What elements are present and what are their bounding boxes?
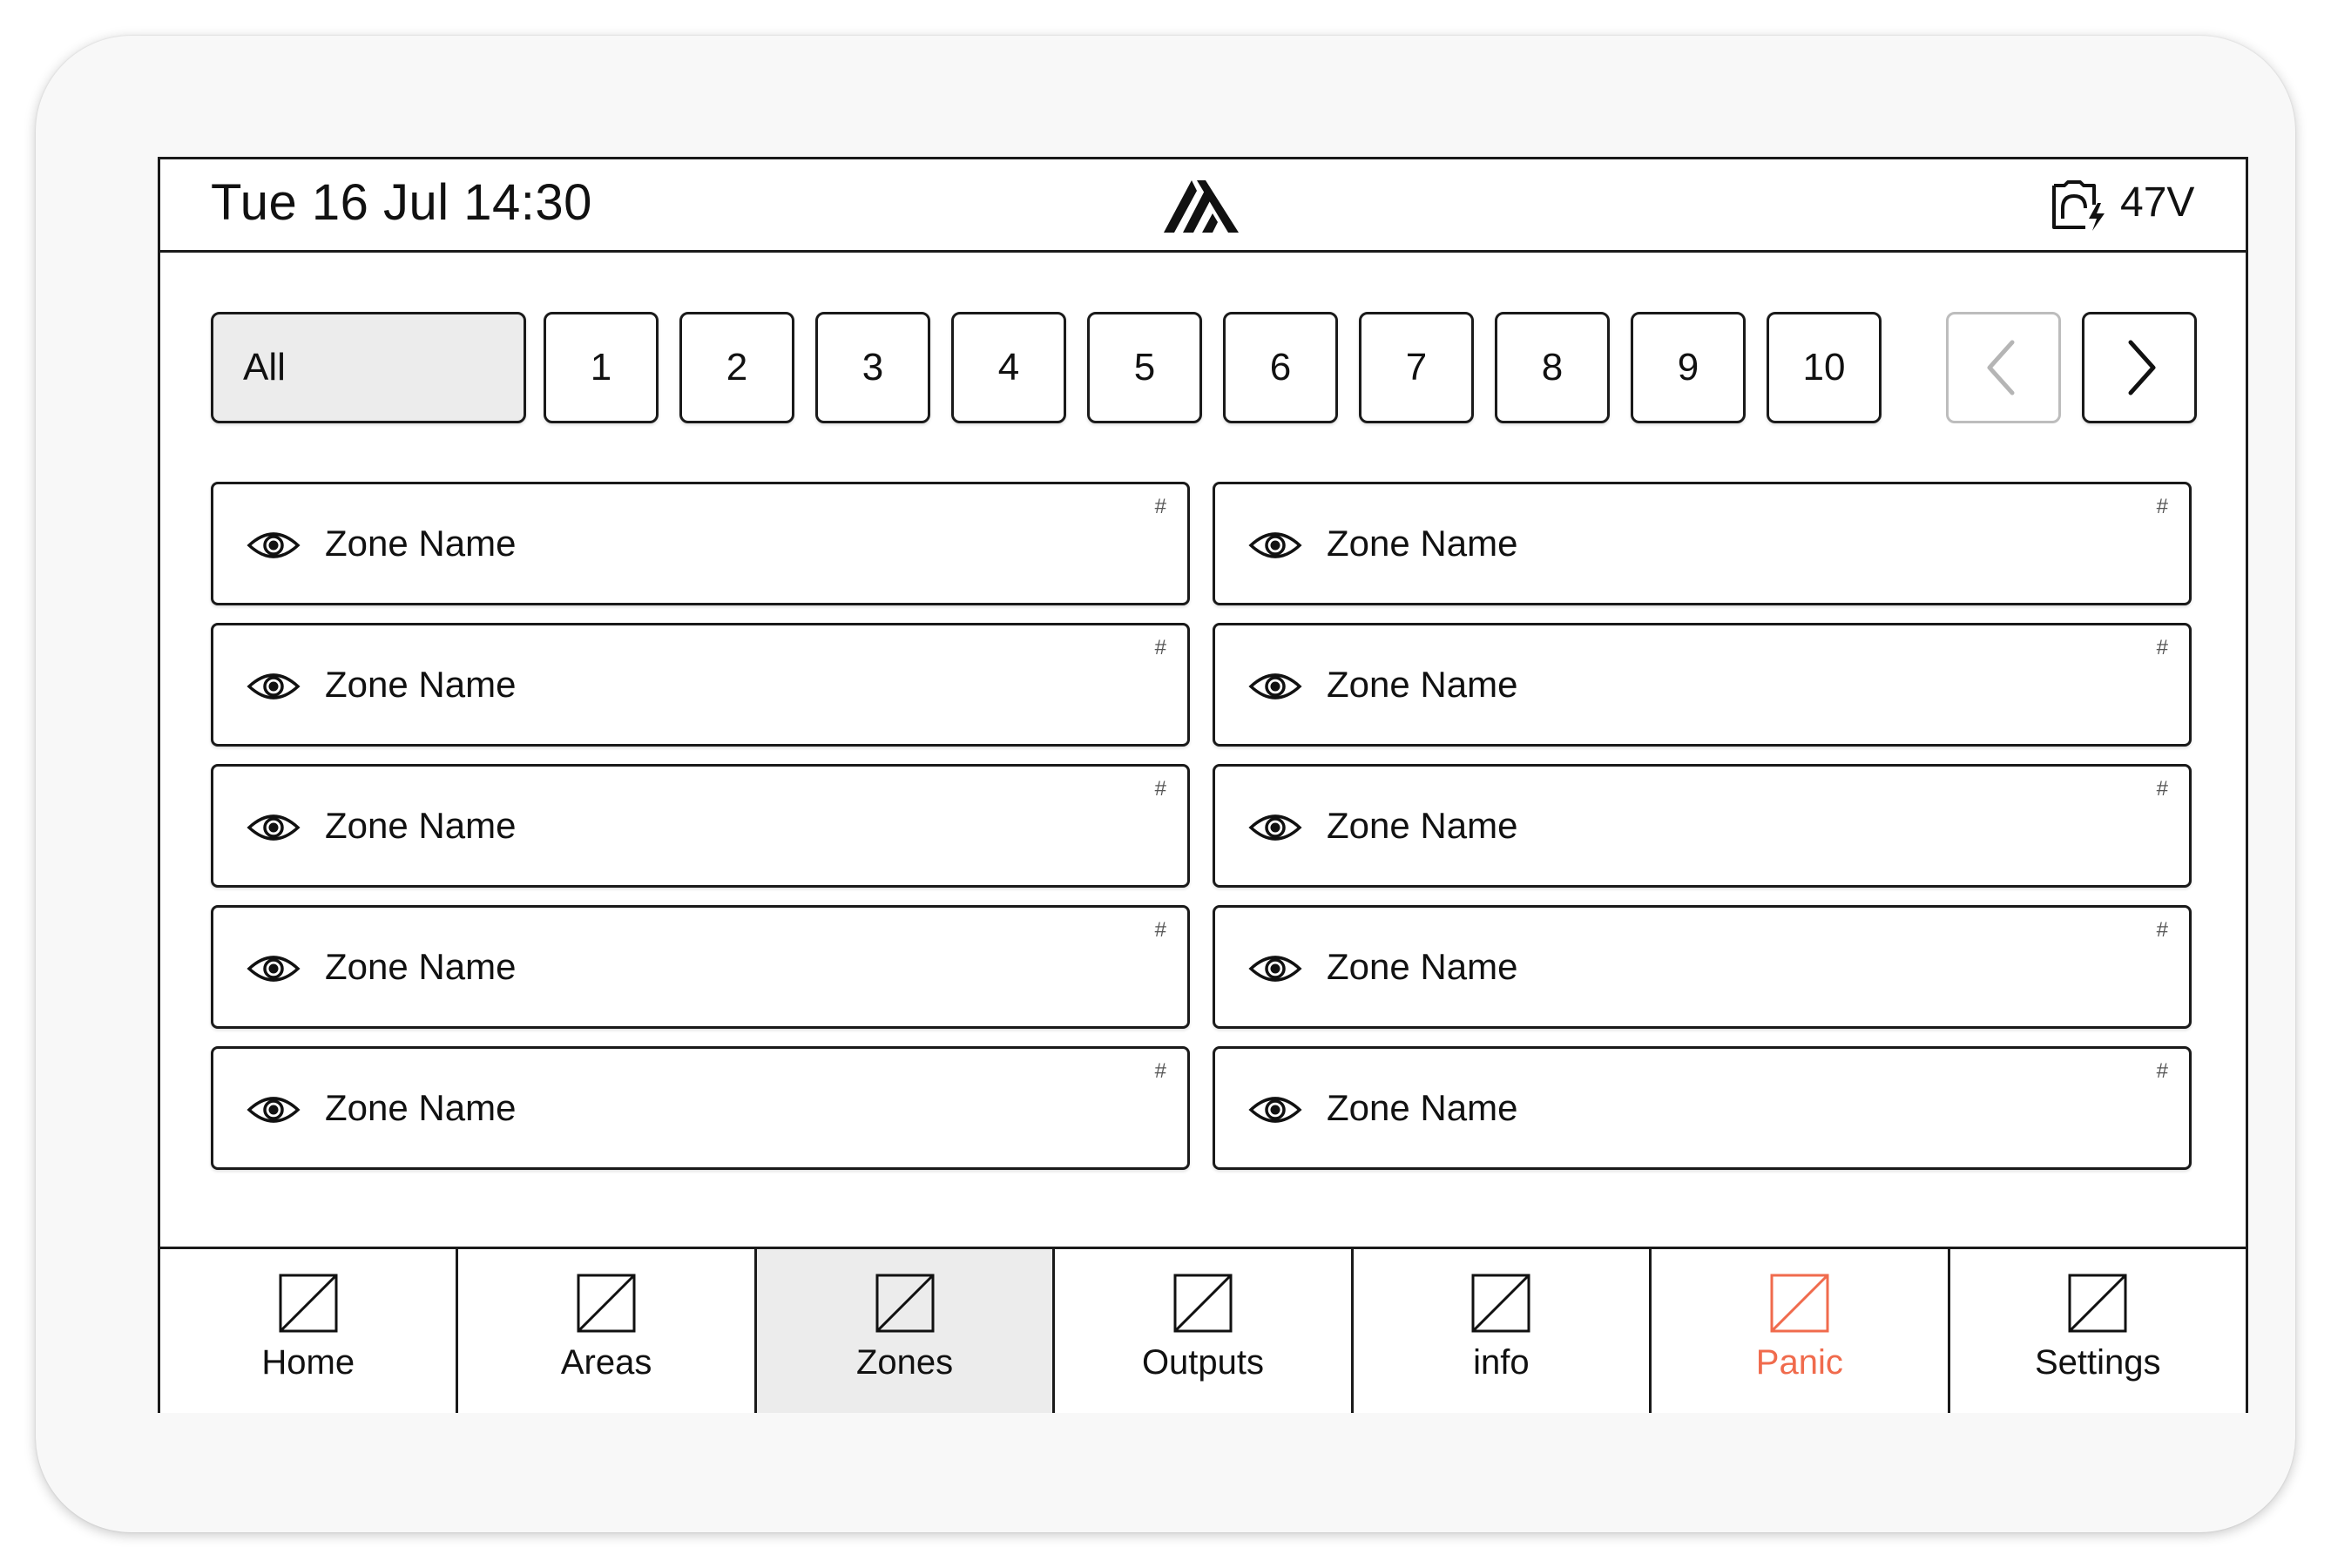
page-button-3[interactable]: 3 [815,312,930,423]
zone-name: Zone Name [1327,946,1518,987]
page-button-8[interactable]: 8 [1495,312,1610,423]
nav-outputs[interactable]: Outputs [1055,1249,1354,1413]
placeholder-icon [279,1274,338,1333]
zone-number: # [2156,918,2168,942]
zone-name: Zone Name [325,664,517,705]
zone-card[interactable]: Zone Name # [211,764,1190,888]
page-button-2[interactable]: 2 [679,312,794,423]
zone-number: # [1154,636,1166,659]
zone-number: # [2156,495,2168,518]
page-button-5[interactable]: 5 [1087,312,1202,423]
nav-panic[interactable]: Panic [1652,1249,1950,1413]
zone-name: Zone Name [1327,805,1518,846]
page-button-9[interactable]: 9 [1631,312,1746,423]
eye-icon [1248,673,1302,700]
eye-icon [247,1097,301,1123]
zone-card[interactable]: Zone Name # [211,623,1190,747]
next-page-button[interactable] [2082,312,2197,423]
nav-label: info [1473,1343,1530,1382]
nav-label: Home [261,1343,355,1382]
page-button-4[interactable]: 4 [951,312,1066,423]
brand-logo-icon [1164,180,1239,233]
mains-power-icon [2052,180,2105,231]
zone-card[interactable]: Zone Name # [1213,1046,2192,1170]
zone-card[interactable]: Zone Name # [1213,905,2192,1029]
zone-number: # [2156,1059,2168,1083]
nav-label: Outputs [1141,1343,1265,1382]
nav-areas[interactable]: Areas [458,1249,757,1413]
page-button-10[interactable]: 10 [1767,312,1882,423]
zone-card[interactable]: Zone Name # [211,905,1190,1029]
placeholder-icon [1770,1274,1829,1333]
zone-card[interactable]: Zone Name # [211,1046,1190,1170]
zone-number: # [1154,495,1166,518]
nav-info[interactable]: info [1353,1249,1652,1413]
eye-icon [247,673,301,700]
zone-name: Zone Name [325,1087,517,1128]
zone-card[interactable]: Zone Name # [211,482,1190,605]
zone-number: # [1154,777,1166,801]
zone-card[interactable]: Zone Name # [1213,623,2192,747]
zone-number: # [1154,918,1166,942]
zone-number: # [1154,1059,1166,1083]
page-button-1[interactable]: 1 [544,312,659,423]
placeholder-icon [1471,1274,1530,1333]
placeholder-icon [875,1274,935,1333]
screen: Tue 16 Jul 14:30 47V All 1 2 3 4 5 6 7 8… [158,157,2248,1413]
voltage-readout: 47V [2120,179,2195,226]
prev-page-button[interactable] [1946,312,2061,423]
zone-card[interactable]: Zone Name # [1213,482,2192,605]
zone-number: # [2156,636,2168,659]
placeholder-icon [577,1274,636,1333]
nav-label: Settings [2034,1343,2161,1382]
placeholder-icon [1173,1274,1233,1333]
zone-card[interactable]: Zone Name # [1213,764,2192,888]
page-button-7[interactable]: 7 [1359,312,1474,423]
chevron-right-icon [2128,340,2156,395]
eye-icon [247,814,301,841]
eye-icon [1248,956,1302,982]
eye-icon [1248,814,1302,841]
zone-name: Zone Name [1327,1087,1518,1128]
status-bar: Tue 16 Jul 14:30 47V [160,159,2246,253]
eye-icon [1248,1097,1302,1123]
nav-settings[interactable]: Settings [1949,1249,2246,1413]
nav-label: Zones [855,1343,954,1382]
placeholder-icon [2068,1274,2127,1333]
eye-icon [247,956,301,982]
date-time: Tue 16 Jul 14:30 [211,174,592,231]
nav-label: Panic [1755,1343,1843,1382]
zone-name: Zone Name [325,523,517,564]
zone-name: Zone Name [1327,523,1518,564]
eye-icon [1248,532,1302,558]
eye-icon [247,532,301,558]
device-frame: Tue 16 Jul 14:30 47V All 1 2 3 4 5 6 7 8… [36,36,2295,1532]
filter-all-button[interactable]: All [211,312,526,423]
zone-number: # [2156,777,2168,801]
nav-home[interactable]: Home [160,1249,459,1413]
nav-zones[interactable]: Zones [756,1249,1056,1413]
zone-name: Zone Name [1327,664,1518,705]
bottom-nav: Home Areas Zones Outputs info Panic Sett… [160,1247,2246,1413]
chevron-left-icon [1987,340,2015,395]
nav-label: Areas [560,1343,652,1382]
zone-name: Zone Name [325,946,517,987]
page-button-6[interactable]: 6 [1223,312,1338,423]
zone-name: Zone Name [325,805,517,846]
